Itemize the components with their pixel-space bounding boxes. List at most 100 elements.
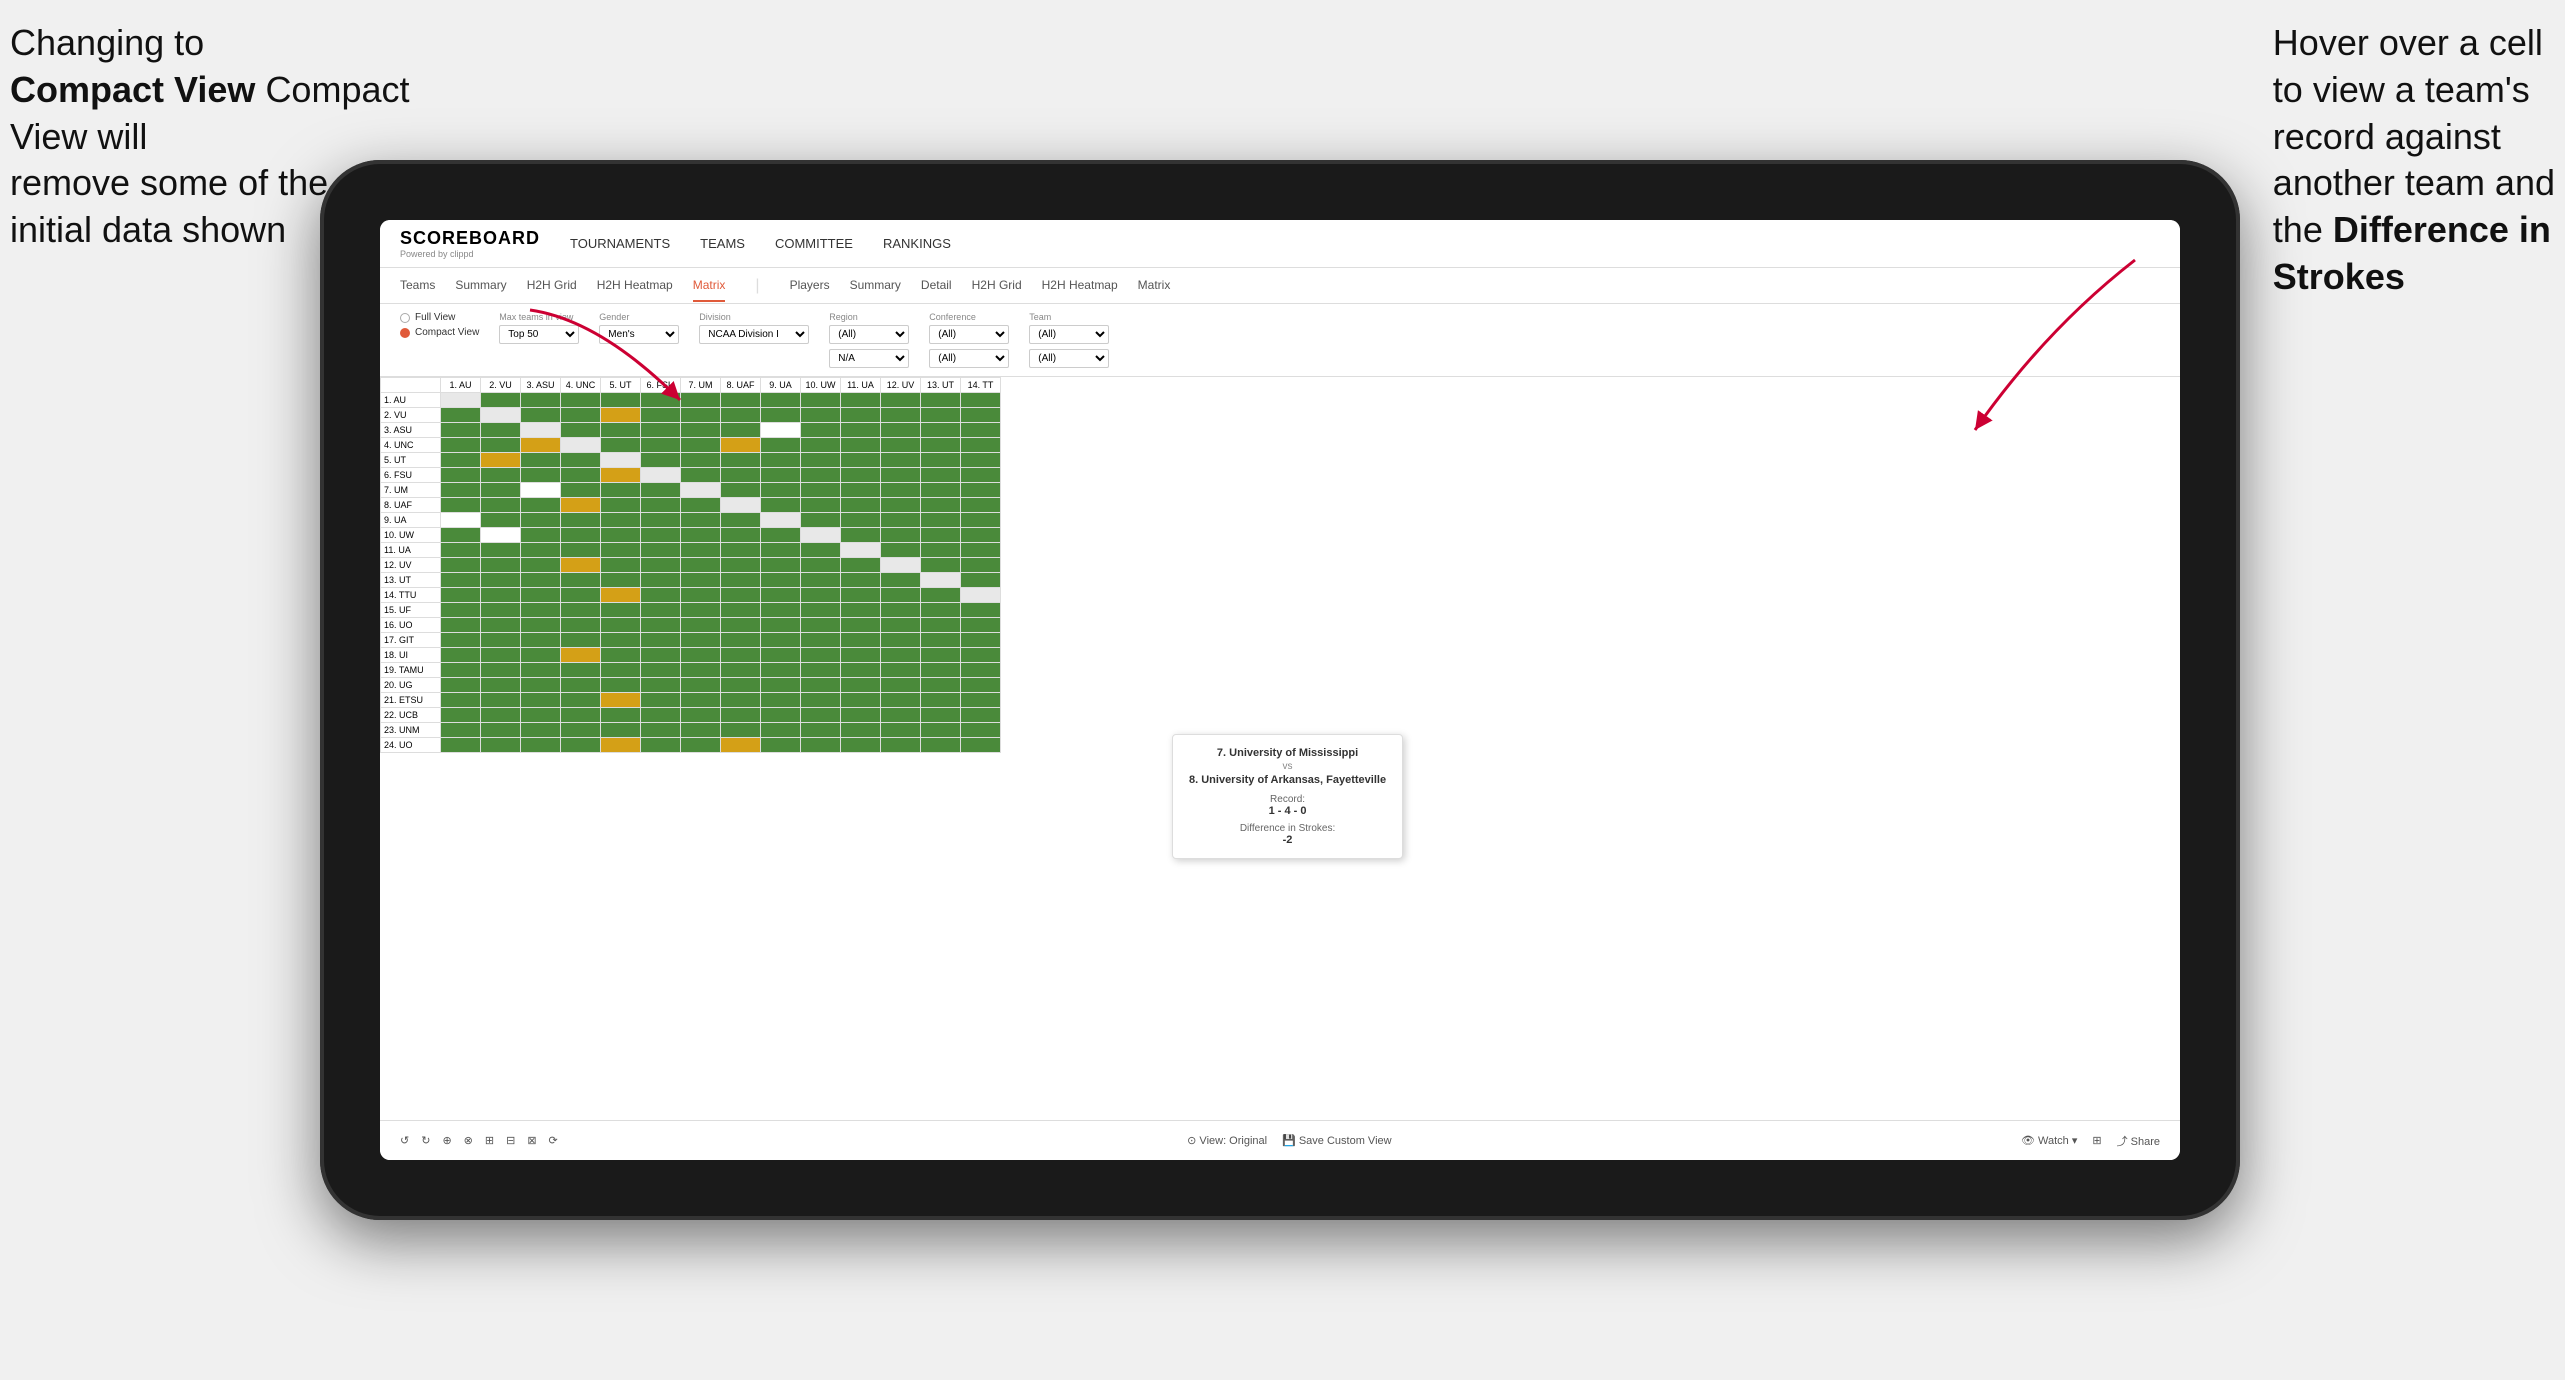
matrix-cell[interactable] <box>561 408 601 423</box>
matrix-cell[interactable] <box>521 438 561 453</box>
matrix-cell[interactable] <box>441 588 481 603</box>
matrix-cell[interactable] <box>641 543 681 558</box>
matrix-cell[interactable] <box>761 468 801 483</box>
matrix-cell[interactable] <box>521 633 561 648</box>
region-select-2[interactable]: N/A <box>829 349 909 368</box>
matrix-cell[interactable] <box>441 408 481 423</box>
matrix-cell[interactable] <box>441 423 481 438</box>
matrix-cell[interactable] <box>921 648 961 663</box>
matrix-cell[interactable] <box>521 528 561 543</box>
matrix-cell[interactable] <box>961 633 1001 648</box>
matrix-cell[interactable] <box>521 453 561 468</box>
matrix-cell[interactable] <box>761 723 801 738</box>
matrix-cell[interactable] <box>801 468 841 483</box>
matrix-cell[interactable] <box>721 558 761 573</box>
matrix-cell[interactable] <box>561 693 601 708</box>
matrix-cell[interactable] <box>601 393 641 408</box>
matrix-cell[interactable] <box>441 573 481 588</box>
matrix-cell[interactable] <box>841 453 881 468</box>
matrix-cell[interactable] <box>601 528 641 543</box>
matrix-cell[interactable] <box>601 573 641 588</box>
matrix-cell[interactable] <box>721 723 761 738</box>
matrix-cell[interactable] <box>881 738 921 753</box>
matrix-cell[interactable] <box>441 483 481 498</box>
matrix-cell[interactable] <box>721 633 761 648</box>
matrix-cell[interactable] <box>841 468 881 483</box>
matrix-cell[interactable] <box>641 603 681 618</box>
matrix-cell[interactable] <box>801 393 841 408</box>
matrix-cell[interactable] <box>601 483 641 498</box>
matrix-cell[interactable] <box>961 663 1001 678</box>
matrix-cell[interactable] <box>721 573 761 588</box>
matrix-cell[interactable] <box>721 543 761 558</box>
matrix-cell[interactable] <box>561 483 601 498</box>
matrix-cell[interactable] <box>721 513 761 528</box>
matrix-cell[interactable] <box>721 603 761 618</box>
matrix-cell[interactable] <box>601 588 641 603</box>
matrix-cell[interactable] <box>881 483 921 498</box>
matrix-cell[interactable] <box>481 573 521 588</box>
matrix-cell[interactable] <box>721 528 761 543</box>
matrix-cell[interactable] <box>681 708 721 723</box>
matrix-cell[interactable] <box>841 513 881 528</box>
matrix-cell[interactable] <box>601 708 641 723</box>
matrix-cell[interactable] <box>881 633 921 648</box>
matrix-cell[interactable] <box>881 528 921 543</box>
matrix-cell[interactable] <box>521 423 561 438</box>
matrix-cell[interactable] <box>481 393 521 408</box>
matrix-cell[interactable] <box>681 468 721 483</box>
tab-detail[interactable]: Detail <box>921 270 952 302</box>
matrix-cell[interactable] <box>601 663 641 678</box>
matrix-cell[interactable] <box>681 558 721 573</box>
matrix-container[interactable]: 1. AU 2. VU 3. ASU 4. UNC 5. UT 6. FSU 7… <box>380 377 2180 1120</box>
matrix-cell[interactable] <box>481 498 521 513</box>
matrix-cell[interactable] <box>641 528 681 543</box>
matrix-cell[interactable] <box>481 663 521 678</box>
matrix-cell[interactable] <box>961 723 1001 738</box>
matrix-cell[interactable] <box>561 648 601 663</box>
matrix-cell[interactable] <box>441 453 481 468</box>
region-select[interactable]: (All) N/A <box>829 325 909 344</box>
matrix-cell[interactable] <box>761 588 801 603</box>
matrix-cell[interactable] <box>961 693 1001 708</box>
matrix-cell[interactable] <box>521 603 561 618</box>
matrix-cell[interactable] <box>881 573 921 588</box>
matrix-cell[interactable] <box>841 693 881 708</box>
matrix-cell[interactable] <box>521 738 561 753</box>
matrix-cell[interactable] <box>681 618 721 633</box>
matrix-cell[interactable] <box>841 633 881 648</box>
matrix-cell[interactable] <box>961 558 1001 573</box>
matrix-cell[interactable] <box>481 678 521 693</box>
matrix-cell[interactable] <box>441 618 481 633</box>
matrix-cell[interactable] <box>441 498 481 513</box>
matrix-cell[interactable] <box>561 708 601 723</box>
matrix-cell[interactable] <box>681 513 721 528</box>
matrix-cell[interactable] <box>801 693 841 708</box>
matrix-cell[interactable] <box>481 738 521 753</box>
matrix-cell[interactable] <box>921 588 961 603</box>
matrix-cell[interactable] <box>641 738 681 753</box>
matrix-cell[interactable] <box>641 558 681 573</box>
matrix-cell[interactable] <box>961 483 1001 498</box>
matrix-cell[interactable] <box>561 723 601 738</box>
matrix-cell[interactable] <box>761 498 801 513</box>
tool2[interactable]: ⊗ <box>464 1134 473 1147</box>
matrix-cell[interactable] <box>561 468 601 483</box>
matrix-cell[interactable] <box>561 663 601 678</box>
matrix-cell[interactable] <box>521 498 561 513</box>
matrix-cell[interactable] <box>561 738 601 753</box>
matrix-cell[interactable] <box>641 678 681 693</box>
matrix-cell[interactable] <box>881 678 921 693</box>
matrix-cell[interactable] <box>681 453 721 468</box>
matrix-cell[interactable] <box>881 468 921 483</box>
matrix-cell[interactable] <box>561 633 601 648</box>
matrix-cell[interactable] <box>881 708 921 723</box>
matrix-cell[interactable] <box>801 678 841 693</box>
matrix-cell[interactable] <box>761 693 801 708</box>
matrix-cell[interactable] <box>441 468 481 483</box>
matrix-cell[interactable] <box>841 723 881 738</box>
matrix-cell[interactable] <box>801 633 841 648</box>
matrix-cell[interactable] <box>961 438 1001 453</box>
tab-summary[interactable]: Summary <box>455 270 506 302</box>
matrix-cell[interactable] <box>801 708 841 723</box>
